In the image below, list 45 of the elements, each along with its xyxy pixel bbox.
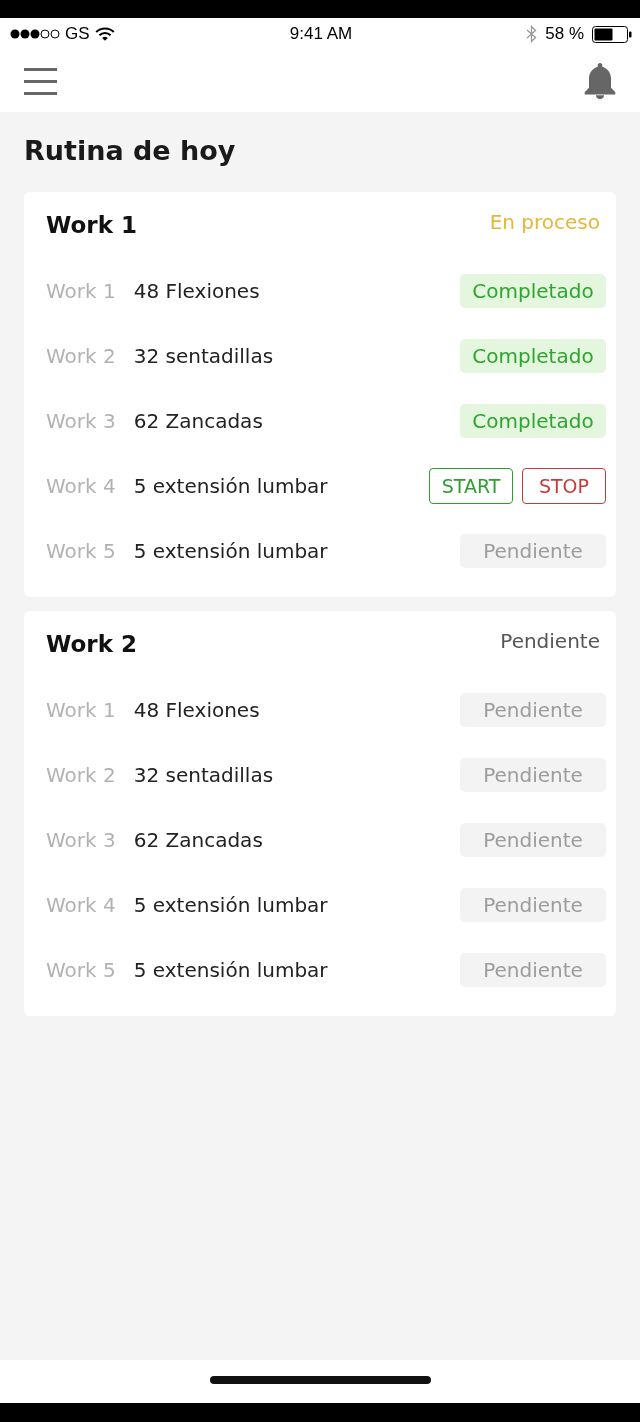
routine-status: Pendiente — [500, 629, 600, 653]
exercise-name: 48 Flexiones — [133, 697, 261, 722]
exercise-name: 62 Zancadas — [133, 827, 264, 852]
exercise-name: 5 extensión lumbar — [133, 892, 329, 917]
exercise-label: Work 3 — [46, 827, 116, 852]
menu-icon[interactable] — [24, 67, 57, 95]
exercise-name: 5 extensión lumbar — [133, 473, 329, 498]
battery-percentage: 58 % — [545, 24, 584, 44]
exercise-label: Work 1 — [46, 697, 116, 722]
status-badge: Pendiente — [460, 887, 606, 922]
exercise-name: 5 extensión lumbar — [133, 538, 329, 563]
status-time: 9:41 AM — [289, 24, 353, 44]
status-badge: Pendiente — [460, 692, 606, 727]
routine-title: Work 1 — [46, 212, 137, 238]
start-button[interactable]: START — [429, 467, 513, 504]
status-badge: Pendiente — [460, 757, 606, 792]
exercise-name: 32 sentadillas — [133, 343, 275, 368]
status-badge: Completado — [460, 338, 606, 373]
exercise-name: 5 extensión lumbar — [133, 957, 329, 982]
exercise-label: Work 2 — [46, 762, 116, 787]
exercise-name: 48 Flexiones — [133, 278, 261, 303]
exercise-label: Work 5 — [46, 538, 116, 563]
bluetooth-icon — [526, 25, 538, 43]
exercise-label: Work 4 — [46, 473, 116, 498]
status-badge: Pendiente — [460, 533, 606, 568]
exercise-label: Work 3 — [46, 408, 116, 433]
page-title: Rutina de hoy — [24, 134, 237, 168]
routine-status: En proceso — [489, 210, 600, 234]
exercise-label: Work 1 — [46, 278, 116, 303]
stop-button[interactable]: STOP — [522, 467, 606, 504]
signal-icon — [10, 29, 60, 39]
wifi-icon — [94, 27, 115, 41]
bell-icon[interactable] — [584, 63, 616, 99]
exercise-name: 32 sentadillas — [133, 762, 275, 787]
routine-title: Work 2 — [46, 631, 137, 657]
carrier-name: GS — [65, 24, 90, 44]
status-badge: Pendiente — [460, 822, 606, 857]
battery-icon — [592, 25, 632, 43]
exercise-label: Work 2 — [46, 343, 116, 368]
status-badge: Pendiente — [460, 952, 606, 987]
exercise-label: Work 4 — [46, 892, 116, 917]
status-badge: Completado — [460, 273, 606, 308]
status-badge: Completado — [460, 403, 606, 438]
exercise-label: Work 5 — [46, 957, 116, 982]
exercise-name: 62 Zancadas — [133, 408, 264, 433]
